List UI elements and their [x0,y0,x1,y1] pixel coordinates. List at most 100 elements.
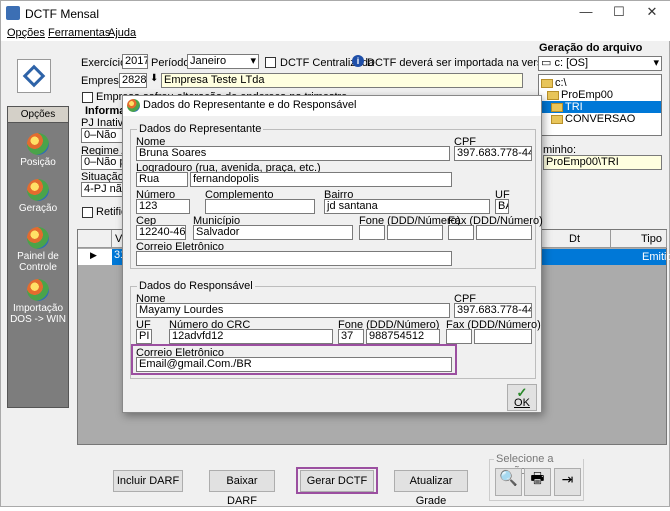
sidebar-header: Opções [8,107,68,123]
pj-inativa-field[interactable]: 0–Não [81,128,126,143]
responsavel-group-title: Dados do Responsável [137,280,255,292]
representante-group-title: Dados do Representante [137,123,264,135]
globe-icon [127,99,140,112]
globe-icon [27,133,49,155]
incluir-darf-button[interactable]: Incluir DARF [113,470,183,492]
baixar-darf-button[interactable]: Baixar DARF [209,470,275,507]
representante-dialog: Dados do Representante e do Responsável … [122,95,543,413]
rep-numero-field[interactable]: 123 [136,199,190,214]
title-bar: DCTF Mensal — ☐ ✕ [1,1,670,27]
column-header[interactable]: Dt Pagto. [541,230,611,263]
menu-ajuda[interactable]: Ajuda [108,27,136,39]
sidebar-item-posicao[interactable]: Posição [8,133,68,168]
dialog-title: Dados do Representante e do Responsável [143,99,357,111]
rep-uf-field[interactable]: BA [495,199,509,214]
drive-select[interactable]: ▭ c: [OS] ▾ [538,56,662,71]
resp-crc-field[interactable]: 12advfd12 [169,329,333,344]
chevron-down-icon: ▾ [653,57,659,69]
periodo-select[interactable]: Janeiro ▾ [187,54,259,69]
centralizada-checkbox[interactable] [265,57,276,68]
printer-icon: 🖶 [530,470,545,487]
print-button[interactable]: 🖶 [524,468,551,496]
export-icon: ⇥ [561,471,574,487]
rep-log-tipo-field[interactable]: Rua [136,172,188,187]
preview-button[interactable]: 🔍 [495,468,522,496]
gerar-dctf-button[interactable]: Gerar DCTF [300,470,374,492]
rep-complemento-field[interactable] [205,199,315,214]
folder-tree[interactable]: c:\ ProEmp00 TRI CONVERSAO [538,74,662,136]
rep-municipio-field[interactable]: Salvador [193,225,353,240]
globe-icon [27,279,49,301]
tree-item[interactable]: ProEmp00 [547,89,613,101]
info-icon: i [352,55,364,67]
sidebar-item-label: Painel de Controle [17,251,59,273]
atualizar-grade-button[interactable]: Atualizar Grade [394,470,468,507]
maximize-button[interactable]: ☐ [604,4,634,24]
retifica-checkbox[interactable] [82,207,93,218]
options-sidebar: Opções Posição Geração Painel de Control… [7,106,69,408]
geracao-title: Geração do arquivo [539,42,643,54]
globe-icon [27,179,49,201]
row-tipo: Emitido [642,251,670,263]
empresa-code-field[interactable]: 2828 [119,73,147,88]
tree-item-selected[interactable]: TRI [539,101,661,113]
column-header[interactable]: Tipo [611,230,667,248]
resp-fone-ddd-field[interactable]: 37 [338,329,364,344]
tree-item[interactable]: c:\ [541,77,567,89]
rep-bairro-field[interactable]: jd santana [324,199,490,214]
menu-bar: Opções Ferramentas Ajuda [1,27,670,41]
rep-cep-field[interactable]: 12240-460 [136,225,186,240]
app-logo [17,59,51,93]
window-title: DCTF Mensal [25,7,100,21]
sidebar-item-label: Posição [20,157,56,168]
resp-uf-field[interactable]: PI [136,329,152,344]
menu-opcoes[interactable]: Opções [7,27,45,39]
dialog-title-bar: Dados do Representante e do Responsável [123,96,541,116]
rep-nome-field[interactable]: Bruna Soares [136,146,450,161]
rep-log-nome-field[interactable]: fernandopolis [190,172,452,187]
grid-corner [78,230,112,248]
rep-fax-ddd-field[interactable] [448,225,474,240]
sidebar-item-painel[interactable]: Painel de Controle [8,227,68,273]
tree-item[interactable]: CONVERSAO [551,113,635,125]
rep-fone-ddd-field[interactable] [359,225,385,240]
ok-button[interactable]: ✓ OK [507,384,537,411]
resp-fone-num-field[interactable]: 988754512 [366,329,440,344]
exercicio-field[interactable]: 2017 [122,54,148,69]
sidebar-item-geracao[interactable]: Geração [8,179,68,214]
rep-cpf-field[interactable]: 397.683.778-44 [454,146,532,161]
close-button[interactable]: ✕ [637,4,667,24]
ok-label: OK [514,397,530,409]
magnifier-icon: 🔍 [499,470,518,487]
sidebar-item-importacao[interactable]: Importação DOS -> WIN [8,279,68,325]
folder-icon [551,114,563,124]
rep-fax-num-field[interactable] [476,225,532,240]
drive-icon: ▭ [541,57,555,69]
resp-cpf-field[interactable]: 397.683.778-44 [454,303,532,318]
periodo-value: Janeiro [190,55,227,67]
rep-fone-num-field[interactable] [387,225,443,240]
empresa-name-field: Empresa Teste LTda [161,73,523,88]
download-arrow-icon[interactable]: ⬇ [150,73,158,84]
resp-nome-field[interactable]: Mayamy Lourdes [136,303,450,318]
sidebar-item-label: Geração [18,203,58,214]
app-icon [6,6,20,20]
drive-value: c: [OS] [554,57,589,69]
menu-ferramentas[interactable]: Ferramentas [48,27,110,39]
globe-icon [27,227,49,249]
chevron-down-icon: ▾ [250,55,256,67]
folder-icon [551,102,563,112]
resp-fax-num-field[interactable] [474,329,532,344]
minimize-button[interactable]: — [571,4,601,24]
alteracao-checkbox[interactable] [82,92,93,103]
regime-field[interactable]: 0–Não pre [81,155,126,170]
resp-email-field[interactable]: Email@gmail.Com./BR [136,357,452,372]
rep-email-field[interactable] [136,251,452,266]
resp-fax-ddd-field[interactable] [446,329,472,344]
caminho-field: ProEmp00\TRI [543,155,662,170]
folder-icon [541,78,553,88]
sidebar-item-label: Importação DOS -> WIN [10,303,66,325]
export-button[interactable]: ⇥ [554,468,581,496]
situacao-field[interactable]: 4-PJ não s [81,182,126,197]
folder-icon [547,90,559,100]
